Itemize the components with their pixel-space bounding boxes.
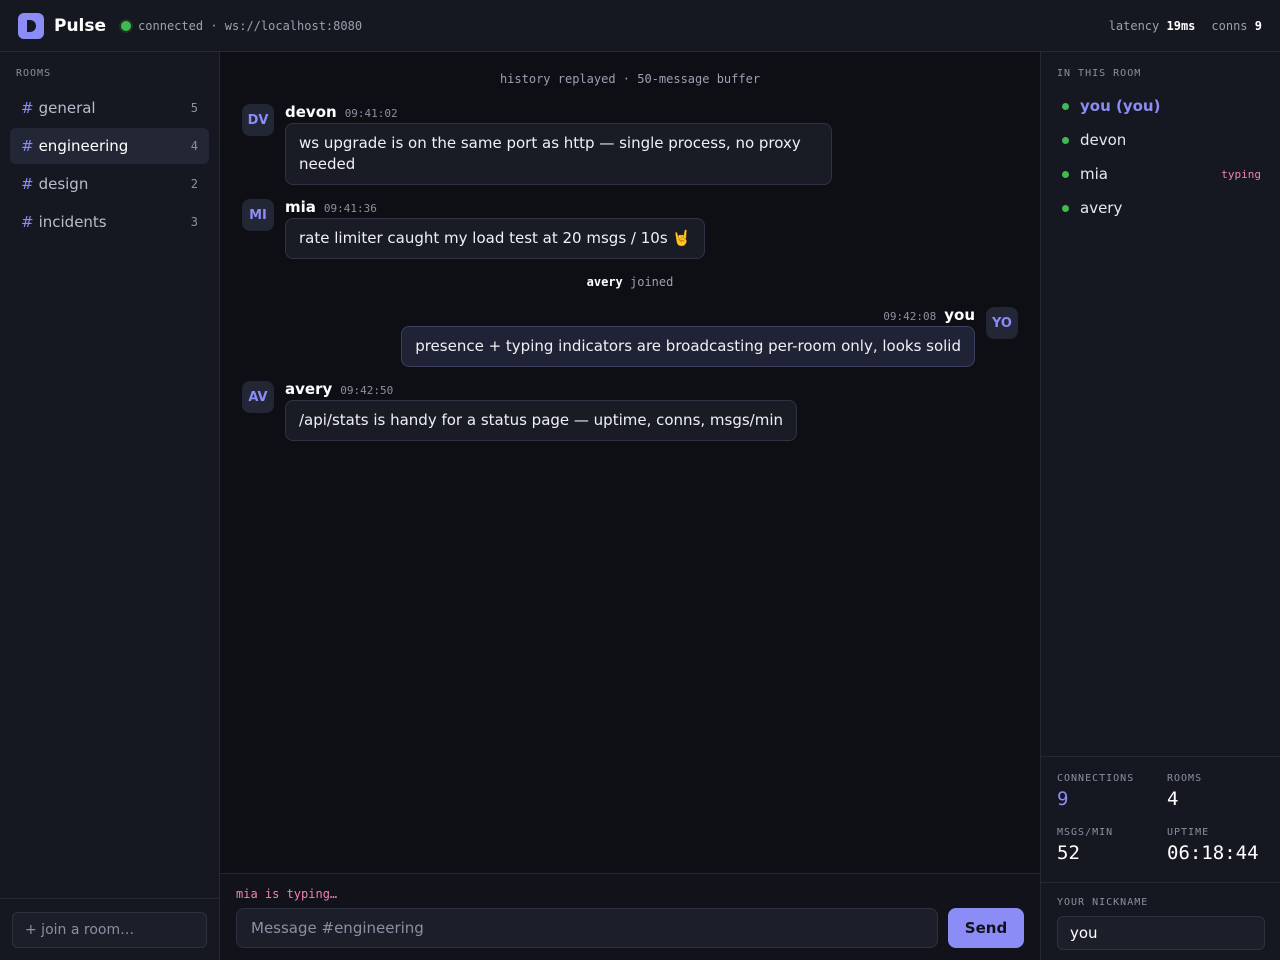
stat-label: CONNECTIONS <box>1057 773 1135 784</box>
room-item-engineering[interactable]: # engineering 4 <box>10 128 209 164</box>
room-count: 2 <box>190 177 198 191</box>
stat-value: 4 <box>1167 788 1179 810</box>
message-meta: 09:42:08 you <box>883 306 975 324</box>
stat-value: 06:18:44 <box>1167 842 1259 864</box>
room-name: engineering <box>38 137 129 155</box>
avatar: DV <box>242 104 274 136</box>
member-item: avery <box>1057 191 1261 225</box>
conns-value: 9 <box>1254 18 1262 33</box>
message-input[interactable] <box>236 908 938 948</box>
member-list: you (you) devon mia typing avery <box>1057 89 1261 225</box>
stat-uptime: UPTIME 06:18:44 <box>1167 827 1259 864</box>
message-time: 09:42:08 <box>883 310 937 323</box>
online-dot-icon <box>1062 136 1069 144</box>
message-bubble: ws upgrade is on the same port as http —… <box>285 123 832 185</box>
room-item-general[interactable]: # general 5 <box>10 90 209 126</box>
message-time: 09:41:36 <box>323 202 377 215</box>
nickname-label: YOUR NICKNAME <box>1057 897 1149 908</box>
latency-label: latency <box>1108 18 1160 33</box>
join-event: avery joined <box>220 275 1040 289</box>
rooms-section-label: ROOMS <box>16 68 52 79</box>
conns-label: conns <box>1211 18 1248 33</box>
nickname-panel: YOUR NICKNAME <box>1041 882 1280 960</box>
avatar: MI <box>242 199 274 231</box>
message-author: devon <box>285 103 337 121</box>
online-dot-icon <box>1062 170 1069 178</box>
presence-sidebar: IN THIS ROOM you (you) devon mia typing … <box>1040 52 1280 960</box>
member-name: you (you) <box>1080 97 1161 115</box>
room-count: 3 <box>190 215 198 229</box>
stat-rooms: ROOMS 4 <box>1167 773 1202 810</box>
message-meta: devon 09:41:02 <box>285 103 398 121</box>
stat-label: ROOMS <box>1167 773 1203 784</box>
stat-msgs-per-min: MSGS/MIN 52 <box>1057 827 1113 864</box>
message-meta: mia 09:41:36 <box>285 198 377 216</box>
join-event-action: joined <box>630 275 674 289</box>
message-time: 09:41:02 <box>344 107 398 120</box>
member-name: mia <box>1080 165 1108 183</box>
nickname-input[interactable] <box>1057 916 1265 950</box>
stat-label: MSGS/MIN <box>1057 827 1114 838</box>
online-dot-icon <box>1062 102 1069 110</box>
room-count: 4 <box>190 139 198 153</box>
connection-status: connected · ws://localhost:8080 <box>138 19 362 33</box>
message-bubble: presence + typing indicators are broadca… <box>401 326 975 367</box>
typing-badge: typing <box>1221 167 1261 181</box>
rooms-sidebar: ROOMS # general 5 # engineering 4 # desi… <box>0 52 220 960</box>
room-name: incidents <box>38 213 107 231</box>
member-name: avery <box>1080 199 1123 217</box>
room-item-incidents[interactable]: # incidents 3 <box>10 204 209 240</box>
message-composer: mia is typing… Send <box>220 873 1040 960</box>
app-header: Pulse connected · ws://localhost:8080 la… <box>0 0 1280 52</box>
member-name: devon <box>1080 131 1127 149</box>
brand-name: Pulse <box>54 15 107 36</box>
connection-status-label: connected <box>138 18 204 33</box>
room-item-design[interactable]: # design 2 <box>10 166 209 202</box>
history-notice: history replayed · 50-message buffer <box>499 72 761 86</box>
join-room-area <box>0 898 219 960</box>
member-item: devon <box>1057 123 1261 157</box>
room-list: # general 5 # engineering 4 # design 2 #… <box>10 90 209 242</box>
room-name: general <box>38 99 96 117</box>
stat-value: 52 <box>1057 842 1080 864</box>
room-count: 5 <box>190 101 198 115</box>
latency-value: 19ms <box>1166 18 1196 33</box>
message-meta: avery 09:42:50 <box>285 380 393 398</box>
typing-indicator: mia is typing… <box>236 887 338 901</box>
avatar: AV <box>242 381 274 413</box>
status-separator: · <box>210 18 218 33</box>
ws-endpoint: ws://localhost:8080 <box>224 18 363 33</box>
message-author: mia <box>285 198 316 216</box>
server-stats: CONNECTIONS 9 ROOMS 4 MSGS/MIN 52 UPTIME… <box>1041 756 1280 882</box>
member-item: you (you) <box>1057 89 1261 123</box>
message-bubble: rate limiter caught my load test at 20 m… <box>285 218 706 259</box>
presence-section-label: IN THIS ROOM <box>1057 68 1142 79</box>
header-metrics: latency 19ms conns 9 <box>1109 19 1262 33</box>
stat-value: 9 <box>1057 788 1069 810</box>
avatar: YO <box>986 307 1018 339</box>
hash-icon: # <box>21 175 34 193</box>
pulse-logo-icon <box>18 12 44 39</box>
connection-status-icon <box>121 20 132 31</box>
latency-metric: latency 19ms <box>1109 19 1196 33</box>
conns-metric: conns 9 <box>1211 19 1262 33</box>
chat-panel: history replayed · 50-message buffer DV … <box>220 52 1040 960</box>
message-author: avery <box>285 380 333 398</box>
join-event-user: avery <box>586 275 623 289</box>
hash-icon: # <box>21 213 34 231</box>
hash-icon: # <box>21 99 34 117</box>
send-button[interactable]: Send <box>948 908 1024 948</box>
hash-icon: # <box>21 137 34 155</box>
online-dot-icon <box>1062 204 1069 212</box>
message-time: 09:42:50 <box>340 384 394 397</box>
stat-connections: CONNECTIONS 9 <box>1057 773 1134 810</box>
member-item: mia typing <box>1057 157 1261 191</box>
room-name: design <box>38 175 89 193</box>
join-room-input[interactable] <box>12 912 207 948</box>
message-author: you <box>944 306 975 324</box>
message-bubble: /api/stats is handy for a status page — … <box>285 400 798 441</box>
stat-label: UPTIME <box>1167 827 1210 838</box>
